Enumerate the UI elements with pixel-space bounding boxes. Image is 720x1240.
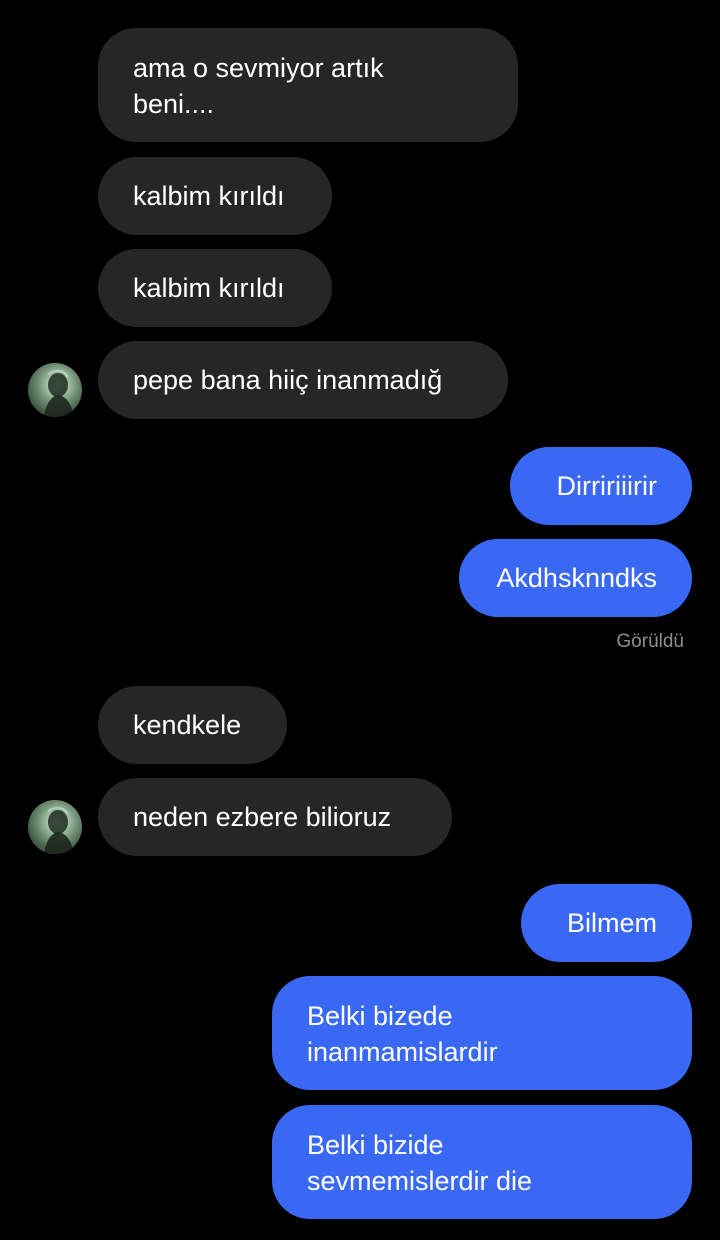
message-text: Dirririiirir [556, 471, 657, 501]
message-bubble-incoming[interactable]: neden ezbere bilioruz [98, 778, 452, 856]
message-text: Belki bizide sevmemislerdir die [307, 1130, 533, 1196]
message-text: Bilmem [566, 908, 657, 938]
message-text: neden ezbere bilioruz [133, 802, 392, 832]
message-text: Belki bizede inanmamislardir [307, 1001, 498, 1067]
avatar-photo-icon [44, 369, 74, 417]
avatar-photo-icon [44, 806, 74, 854]
message-bubble-outgoing[interactable]: Dirririiirir [510, 447, 692, 525]
message-text: kendkele [133, 710, 242, 740]
message-bubble-incoming[interactable]: ama o sevmiyor artık beni.... [98, 28, 518, 142]
message-bubble-incoming[interactable]: kendkele [98, 686, 287, 764]
message-bubble-outgoing[interactable]: Belki bizide sevmemislerdir die [272, 1105, 692, 1219]
message-bubble-outgoing[interactable]: Bilmem [521, 884, 692, 962]
message-text: pepe bana hiiç inanmadığ [133, 365, 443, 395]
message-bubble-incoming[interactable]: kalbim kırıldı [98, 157, 332, 235]
message-text: kalbim kırıldı [133, 181, 285, 211]
message-text: Akdhsknndks [496, 563, 657, 593]
message-bubble-incoming[interactable]: pepe bana hiiç inanmadığ [98, 341, 508, 419]
contact-avatar[interactable] [28, 800, 82, 854]
contact-avatar[interactable] [28, 363, 82, 417]
message-text: ama o sevmiyor artık beni.... [133, 53, 384, 119]
message-text: kalbim kırıldı [133, 273, 285, 303]
message-bubble-incoming[interactable]: kalbim kırıldı [98, 249, 332, 327]
message-bubble-outgoing[interactable]: Akdhsknndks [459, 539, 692, 617]
seen-status: Görüldü [616, 631, 684, 652]
message-bubble-outgoing[interactable]: Belki bizede inanmamislardir [272, 976, 692, 1090]
chat-thread: ama o sevmiyor artık beni.... kalbim kır… [0, 0, 720, 1240]
